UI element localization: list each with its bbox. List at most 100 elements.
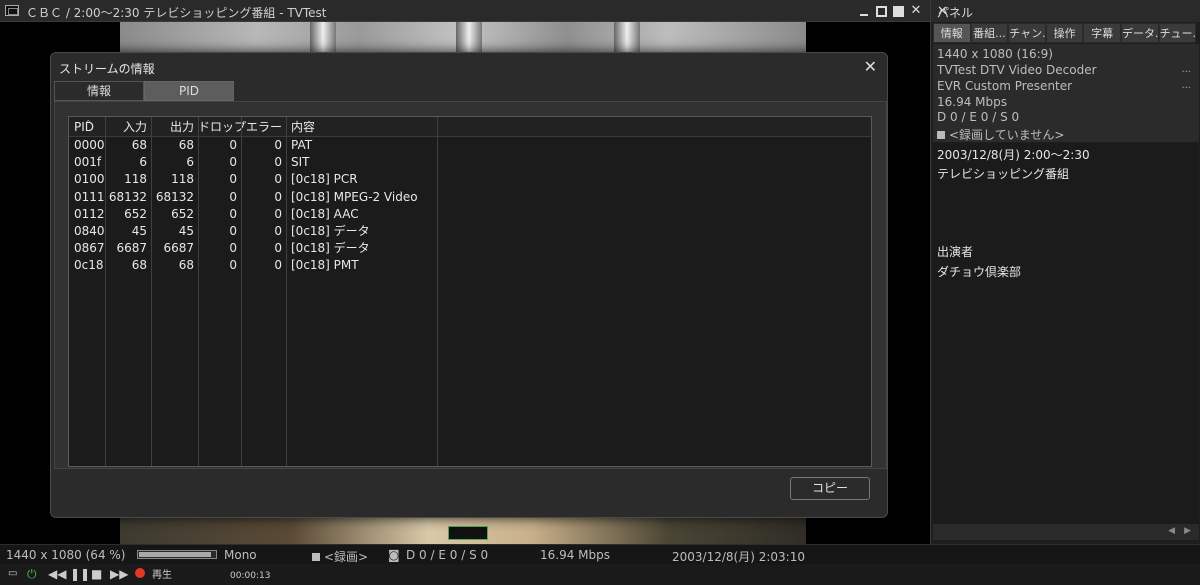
scroll-right-icon[interactable]: ▶ [1184,526,1191,536]
pid-table: ^ PID 入力 出力 ドロップ エラー 内容 0000 68 68 0 0 PAT 001f… [68,116,872,467]
table-row[interactable]: 0c18 68 68 0 0 [0c18] PMT [69,257,871,274]
panel-tab-control[interactable]: 操作 [1045,23,1084,43]
table-row[interactable]: 0111 68132 68132 0 0 [0c18] MPEG-2 Video [69,189,871,206]
status-record[interactable]: <録画> [312,548,368,565]
cell-err: 0 [274,206,282,221]
cell-err: 0 [274,223,282,238]
panel-tab-info[interactable]: 情報 [933,23,971,43]
panel-epg-section: 2003/12/8(月) 2:00〜2:30 テレビショッピング番組 出演者 ダ… [933,143,1199,524]
window-title: ＣＢＣ / 2:00〜2:30 テレビショッピング番組 - TVTest [26,6,327,20]
col-header-input[interactable]: 入力 [105,117,151,136]
cell-out: 45 [178,223,194,238]
status-bitrate: 16.94 Mbps [540,548,611,562]
dialog-title: ストリームの情報 [59,62,155,76]
power-icon[interactable]: ⏻ [27,567,37,581]
col-header-error[interactable]: エラー [241,117,286,136]
epg-time: 2003/12/8(月) 2:00〜2:30 [937,148,1090,162]
cell-drop: 0 [229,189,237,204]
volume-slider[interactable] [137,550,217,559]
panel-tab-tuner[interactable]: チュー... [1158,23,1197,43]
panel-info-section: 1440 x 1080 (16:9) TVTest DTV Video Deco… [933,44,1199,142]
record-square-icon [312,553,320,561]
table-row[interactable]: 001f 6 6 0 0 SIT [69,154,871,171]
status-errors: D 0 / E 0 / S 0 [406,548,489,562]
minimize-button[interactable] [858,5,870,17]
fast-forward-icon[interactable]: ▶▶ [110,567,128,581]
panel-tab-data[interactable]: データ... [1120,23,1159,43]
status-audio[interactable]: Mono [224,548,257,562]
epg-cast-label: 出演者 [937,245,974,259]
dialog-tabs: 情報 PID [54,81,234,101]
volume-fill [139,552,212,557]
epg-cast: ダチョウ倶楽部 [937,265,1022,279]
cell-in: 68 [131,258,147,273]
pause-icon[interactable]: ❚❚ [70,567,90,581]
scroll-left-icon[interactable]: ◀ [1168,526,1175,536]
cell-drop: 0 [229,223,237,238]
info-renderer: EVR Custom Presenter [937,79,1073,93]
panel-tab-program[interactable]: 番組... [970,23,1009,43]
col-header-pid[interactable]: ^ PID [69,117,105,136]
info-bitrate: 16.94 Mbps [937,95,1008,109]
side-panel: パネル ✕ 情報 番組... チャン... 操作 字幕 データ... チュー..… [930,0,1200,544]
cell-err: 0 [274,155,282,170]
record-button-icon[interactable] [135,568,145,578]
cell-in: 6 [139,155,147,170]
col-header-drop[interactable]: ドロップ [198,117,246,136]
cell-pid: 0000 [74,138,105,152]
col-header-output[interactable]: 出力 [151,117,198,136]
pid-table-body: 0000 68 68 0 0 PAT 001f 6 6 0 0 SIT 0100 118 118 0 0 [0c1… [69,137,871,275]
table-row[interactable]: 0000 68 68 0 0 PAT [69,137,871,154]
copy-button[interactable]: コピー [790,477,870,500]
cell-err: 0 [274,172,282,187]
close-window-button[interactable]: ✕ [910,4,922,17]
cell-desc: [0c18] MPEG-2 Video [291,189,418,204]
fullscreen-button[interactable] [893,6,904,17]
decoder-more-button[interactable]: ... [1181,64,1191,75]
cell-pid: 0112 [74,206,105,221]
cell-out: 118 [171,172,194,187]
cell-in: 652 [124,206,147,221]
maximize-button[interactable] [876,6,887,17]
cell-pid: 0c18 [74,258,104,273]
cell-pid: 001f [74,155,102,170]
cell-desc: [0c18] PMT [291,258,359,273]
table-row[interactable]: 0867 6687 6687 0 0 [0c18] データ [69,240,871,257]
dialog-close-button[interactable]: ✕ [864,57,877,76]
tv-app-icon [5,5,19,16]
panel-tab-channel[interactable]: チャン... [1008,23,1046,43]
cell-out: 68132 [155,189,194,204]
cell-err: 0 [274,138,282,152]
stop-icon[interactable]: ■ [91,567,102,581]
panel-title-bar: パネル ✕ [931,0,1200,22]
panel-tabs: 情報 番組... チャン... 操作 字幕 データ... チュー... [933,23,1197,43]
table-row[interactable]: 0112 652 652 0 0 [0c18] AAC [69,206,871,223]
cell-in: 118 [124,172,147,187]
tab-info[interactable]: 情報 [54,81,144,101]
cell-pid: 0867 [74,241,105,256]
epg-program-title: テレビショッピング番組 [937,167,1070,181]
renderer-more-button[interactable]: ... [1181,80,1191,91]
record-stop-icon [937,131,945,139]
panel-scrollbar[interactable]: ◀ ▶ [933,524,1199,540]
status-video-size[interactable]: 1440 x 1080 (64 %) [6,548,125,562]
cell-err: 0 [274,241,282,256]
play-status: 再生 [152,570,172,581]
cell-err: 0 [274,258,282,273]
rewind-icon[interactable]: ◀◀ [48,567,66,581]
table-row[interactable]: 0840 45 45 0 0 [0c18] データ [69,223,871,240]
status-bar: 1440 x 1080 (64 %) Mono <録画> ◙ D 0 / E 0… [0,544,1200,564]
table-row[interactable]: 0100 118 118 0 0 [0c18] PCR [69,171,871,188]
cell-drop: 0 [229,206,237,221]
tab-pid[interactable]: PID [144,81,234,101]
capture-camera-icon[interactable]: ◙ [388,548,400,562]
cell-desc: [0c18] AAC [291,206,359,221]
cell-desc: [0c18] データ [291,241,370,256]
screen-icon[interactable]: ▭ [8,567,17,581]
info-record-status[interactable]: <録画していません> [937,126,1064,143]
cell-drop: 0 [229,258,237,273]
panel-tab-caption[interactable]: 字幕 [1083,23,1121,43]
col-header-content[interactable]: 内容 [286,117,436,136]
cell-desc: [0c18] データ [291,223,370,238]
panel-close-button[interactable]: ✕ [937,4,1193,19]
